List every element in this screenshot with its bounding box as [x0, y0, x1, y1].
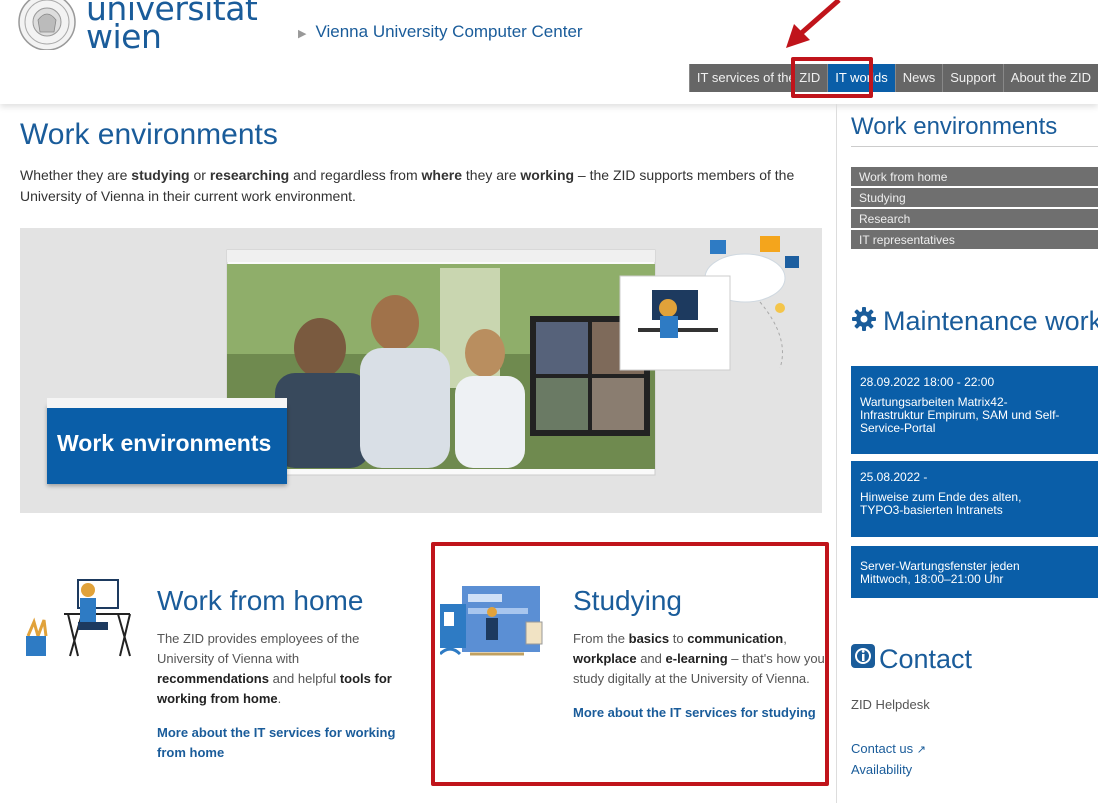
annotation-arrow-icon	[786, 0, 841, 48]
sidebar-divider	[851, 146, 1098, 147]
gear-icon	[852, 307, 876, 331]
maintenance-date: 25.08.2022 -	[860, 470, 928, 484]
availability-link[interactable]: Availability	[851, 762, 912, 777]
breadcrumb-arrow-icon: ▶	[298, 28, 307, 40]
card-text-work-from-home: The ZID provides employees of the Univer…	[157, 631, 392, 706]
page-title: Work environments	[20, 118, 278, 151]
maintenance-text: Wartungsarbeiten Matrix42-Infrastruktur …	[860, 395, 1060, 435]
link-work-from-home[interactable]: More about the IT services for working f…	[157, 723, 407, 763]
maintenance-text: Server-Wartungsfenster jeden Mittwoch, 1…	[860, 559, 1020, 586]
maintenance-item[interactable]: Server-Wartungsfenster jeden Mittwoch, 1…	[851, 546, 1098, 598]
maintenance-date: 28.09.2022 18:00 - 22:00	[860, 375, 995, 389]
card-title-work-from-home[interactable]: Work from home	[157, 585, 407, 617]
maintenance-heading: Maintenance work	[851, 306, 1098, 337]
maintenance-item[interactable]: 28.09.2022 18:00 - 22:00 Wartungsarbeite…	[851, 366, 1098, 454]
sidebar-item-work-from-home[interactable]: Work from home	[851, 167, 1098, 188]
helpdesk-label: ZID Helpdesk	[851, 697, 930, 712]
nav-news[interactable]: News	[894, 64, 943, 92]
intro-text: Whether they are studying or researching…	[20, 167, 795, 204]
highlight-box-studying	[431, 542, 829, 786]
nav-support[interactable]: Support	[942, 64, 1003, 92]
maintenance-title: Maintenance work	[883, 306, 1098, 336]
external-link-icon: ↗	[916, 744, 926, 756]
maintenance-item[interactable]: 25.08.2022 - Hinweise zum Ende des alten…	[851, 461, 1098, 537]
contact-us-link[interactable]: Contact us ↗	[851, 741, 926, 756]
breadcrumb-link[interactable]: Vienna University Computer Center	[315, 22, 582, 41]
sidebar-menu: Work from home Studying Research IT repr…	[851, 167, 1098, 251]
sidebar-item-research[interactable]: Research	[851, 209, 1098, 230]
hero-badge: Work environments	[47, 398, 287, 484]
contact-heading: Contact	[851, 644, 972, 675]
top-navigation: IT services of the ZID IT worlds News Su…	[688, 64, 1098, 92]
sidebar-item-studying[interactable]: Studying	[851, 188, 1098, 209]
nav-about-zid[interactable]: About the ZID	[1002, 64, 1098, 92]
breadcrumb[interactable]: ▶ Vienna University Computer Center	[298, 22, 583, 42]
maintenance-text: Hinweise zum Ende des alten, TYPO3-basie…	[860, 490, 1022, 517]
site-header: universität wien ▶ Vienna University Comp…	[0, 0, 1098, 104]
info-icon	[851, 644, 875, 668]
highlight-box-nav	[791, 57, 873, 98]
hero-banner: Work environments	[20, 228, 822, 513]
university-logo[interactable]: universität wien	[86, 0, 258, 53]
card-work-from-home: Work from home The ZID provides employee…	[157, 585, 407, 763]
university-seal-icon[interactable]	[16, 0, 78, 50]
contact-title: Contact	[879, 644, 973, 674]
column-divider	[836, 104, 837, 803]
sidebar-title: Work environments	[851, 113, 1058, 140]
work-from-home-illustration	[26, 579, 131, 657]
sidebar-item-it-representatives[interactable]: IT representatives	[851, 230, 1098, 251]
